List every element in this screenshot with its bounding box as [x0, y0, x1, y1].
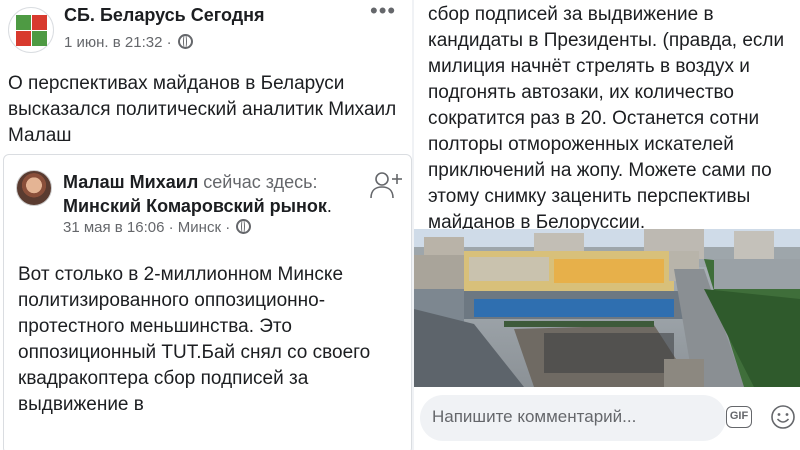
aerial-photo-illustration [414, 229, 800, 387]
shared-post-text: Вот столько в 2-миллионном Минске полити… [18, 264, 371, 415]
page-logo[interactable] [8, 7, 54, 53]
avatar[interactable] [16, 170, 52, 206]
shared-author-name[interactable]: Малаш Михаил [63, 172, 198, 192]
checkin-location[interactable]: Минский Комаровский рынок [63, 196, 327, 216]
gif-button[interactable]: GIF [726, 406, 752, 428]
comment-input[interactable]: Напишите комментарий... [420, 395, 726, 441]
checkin-period: . [326, 196, 332, 216]
globe-icon [236, 219, 252, 234]
logo-square [32, 31, 47, 46]
emoji-icon[interactable] [770, 404, 796, 430]
shared-post-meta: 31 мая в 16:06 · Минск · [63, 219, 252, 236]
post-text: О перспективах майданов в Беларуси выска… [8, 73, 397, 146]
shared-post-text-continued: сбор подписей за выдвижение в кандидаты … [428, 4, 785, 233]
shared-author-line: Малаш Михаил сейчас здесь: Минский Комар… [63, 170, 363, 218]
logo-square [16, 31, 31, 46]
add-friend-icon[interactable] [370, 170, 404, 200]
post-timestamp[interactable]: 1 июн. в 21:32 · [64, 34, 172, 51]
comment-placeholder: Напишите комментарий... [432, 407, 637, 426]
post-continuation-panel: сбор подписей за выдвижение в кандидаты … [414, 0, 800, 450]
logo-square [16, 15, 31, 30]
shared-timestamp[interactable]: 31 мая в 16:06 · Минск · [63, 219, 230, 236]
aerial-photo[interactable] [414, 229, 800, 387]
logo-square [32, 15, 47, 30]
post-meta: 1 июн. в 21:32 · [64, 34, 193, 51]
globe-icon [177, 34, 193, 49]
page-name[interactable]: СБ. Беларусь Сегодня [64, 5, 265, 26]
post-panel: СБ. Беларусь Сегодня 1 июн. в 21:32 · ••… [0, 0, 412, 450]
checkin-status: сейчас здесь: [203, 172, 318, 192]
more-dots-icon[interactable]: ••• [370, 0, 396, 24]
